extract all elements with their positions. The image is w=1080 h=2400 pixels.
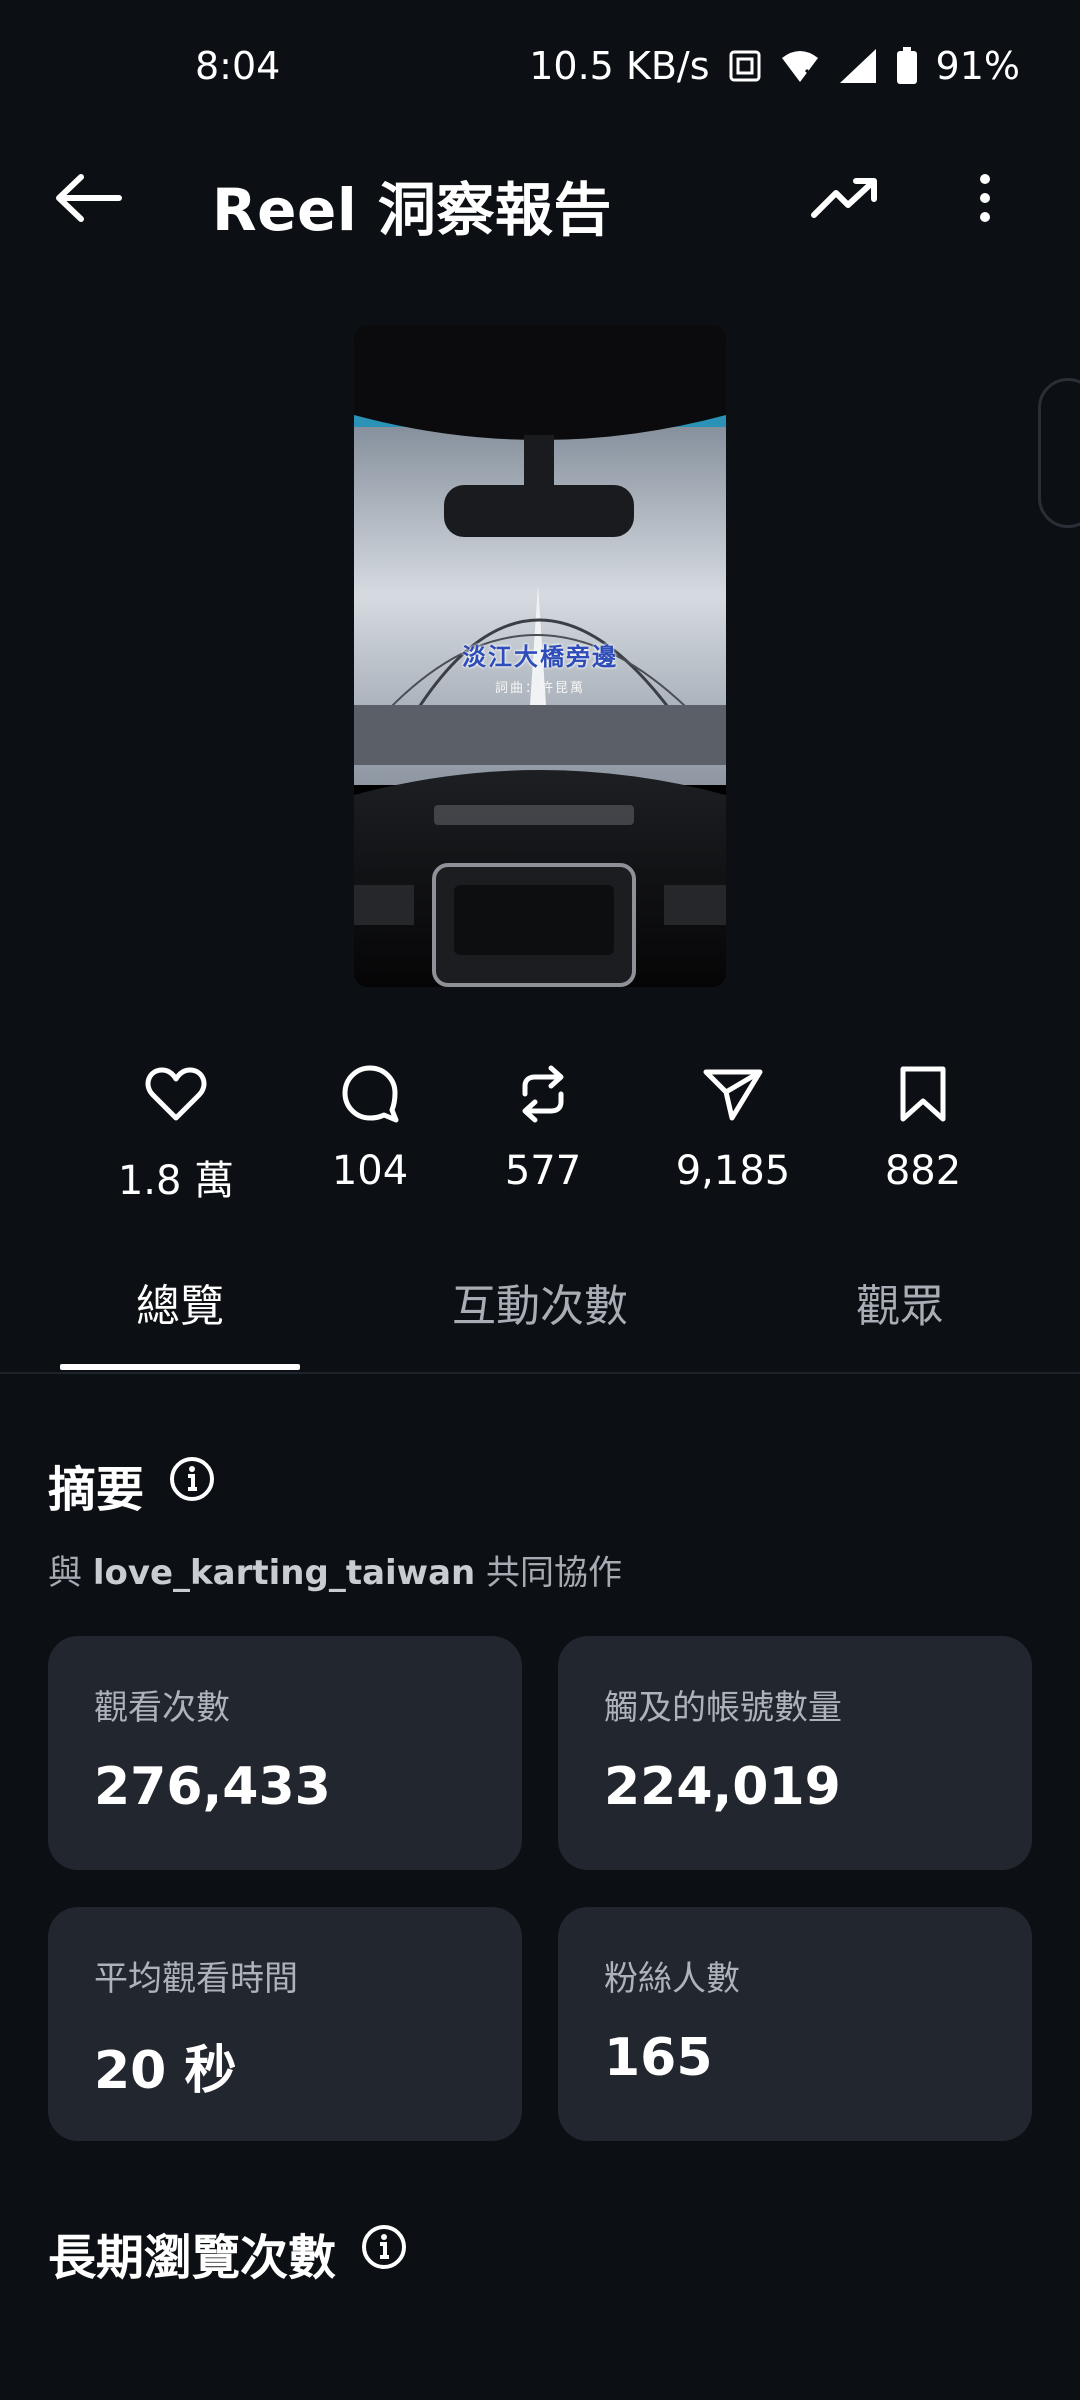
back-button[interactable] [38,160,138,240]
comment-icon [280,1060,460,1128]
share-icon [643,1060,823,1128]
reel-sub-caption: 詞曲：許昆萬 [494,681,585,696]
reposts-count: 577 [504,1148,582,1194]
stat-shares: 9,185 [643,1060,823,1194]
reel-caption: 淡江大橋旁邊 [462,642,618,671]
tab-divider [0,1372,1080,1374]
tab-audience[interactable]: 觀眾 [800,1270,1000,1334]
summary-title: 摘要 [48,1462,145,1518]
tab-interactions[interactable]: 互動次數 [400,1270,680,1334]
collab-account[interactable]: love_karting_taiwan [93,1553,475,1593]
long-term-title: 長期瀏覽次數 [48,2230,337,2286]
trending-icon [810,175,880,225]
collab-suffix: 共同協作 [486,1553,623,1593]
active-tab-indicator [60,1364,300,1370]
card-label: 觸及的帳號數量 [604,1688,842,1728]
stat-reposts: 577 [453,1060,633,1194]
heart-icon [86,1060,266,1128]
card-label: 觀看次數 [94,1688,230,1728]
next-reel-handle[interactable] [1038,378,1080,528]
repost-icon [453,1060,633,1128]
status-bar-right: 10.5 KB/s 91% [529,44,1020,88]
status-time: 8:04 [195,44,281,88]
tab-overview[interactable]: 總覽 [60,1270,300,1334]
summary-heading: 摘要 [48,1450,216,1520]
collab-prefix: 與 [48,1553,82,1593]
card-accounts-reached[interactable]: 觸及的帳號數量 224,019 [558,1636,1032,1870]
card-value: 276,433 [94,1757,331,1817]
card-value: 165 [604,2028,713,2088]
nfc-icon [728,49,762,83]
stat-saves: 882 [833,1060,1013,1194]
reel-thumbnail[interactable]: 淡江大橋旁邊 詞曲：許昆萬 [354,325,726,987]
battery-icon [896,47,918,85]
long-term-heading: 長期瀏覽次數 [48,2218,408,2288]
card-label: 平均觀看時間 [94,1959,298,1999]
card-avg-watch-time[interactable]: 平均觀看時間 20 秒 [48,1907,522,2141]
card-value: 20 秒 [94,2041,237,2101]
more-options-button[interactable] [950,160,1020,240]
signal-icon [838,47,878,85]
page-title: Reel 洞察報告 [212,176,612,244]
more-vertical-icon [978,173,992,227]
battery-level: 91% [935,44,1020,88]
likes-count: 1.8 萬 [117,1158,235,1204]
card-views[interactable]: 觀看次數 276,433 [48,1636,522,1870]
card-followers[interactable]: 粉絲人數 165 [558,1907,1032,2141]
back-arrow-icon [53,173,123,227]
stat-comments: 104 [280,1060,460,1194]
trending-button[interactable] [800,160,890,240]
card-label: 粉絲人數 [604,1959,740,1999]
stat-likes: 1.8 萬 [86,1060,266,1206]
network-speed: 10.5 KB/s [529,44,710,88]
collab-line: 與 love_karting_taiwan 共同協作 [48,1545,622,1594]
info-icon[interactable] [360,2223,408,2283]
shares-count: 9,185 [675,1148,791,1194]
info-icon[interactable] [168,1455,216,1515]
comments-count: 104 [331,1148,409,1194]
card-value: 224,019 [604,1757,841,1817]
bookmark-icon [833,1060,1013,1128]
saves-count: 882 [884,1148,962,1194]
wifi-icon [780,48,820,84]
